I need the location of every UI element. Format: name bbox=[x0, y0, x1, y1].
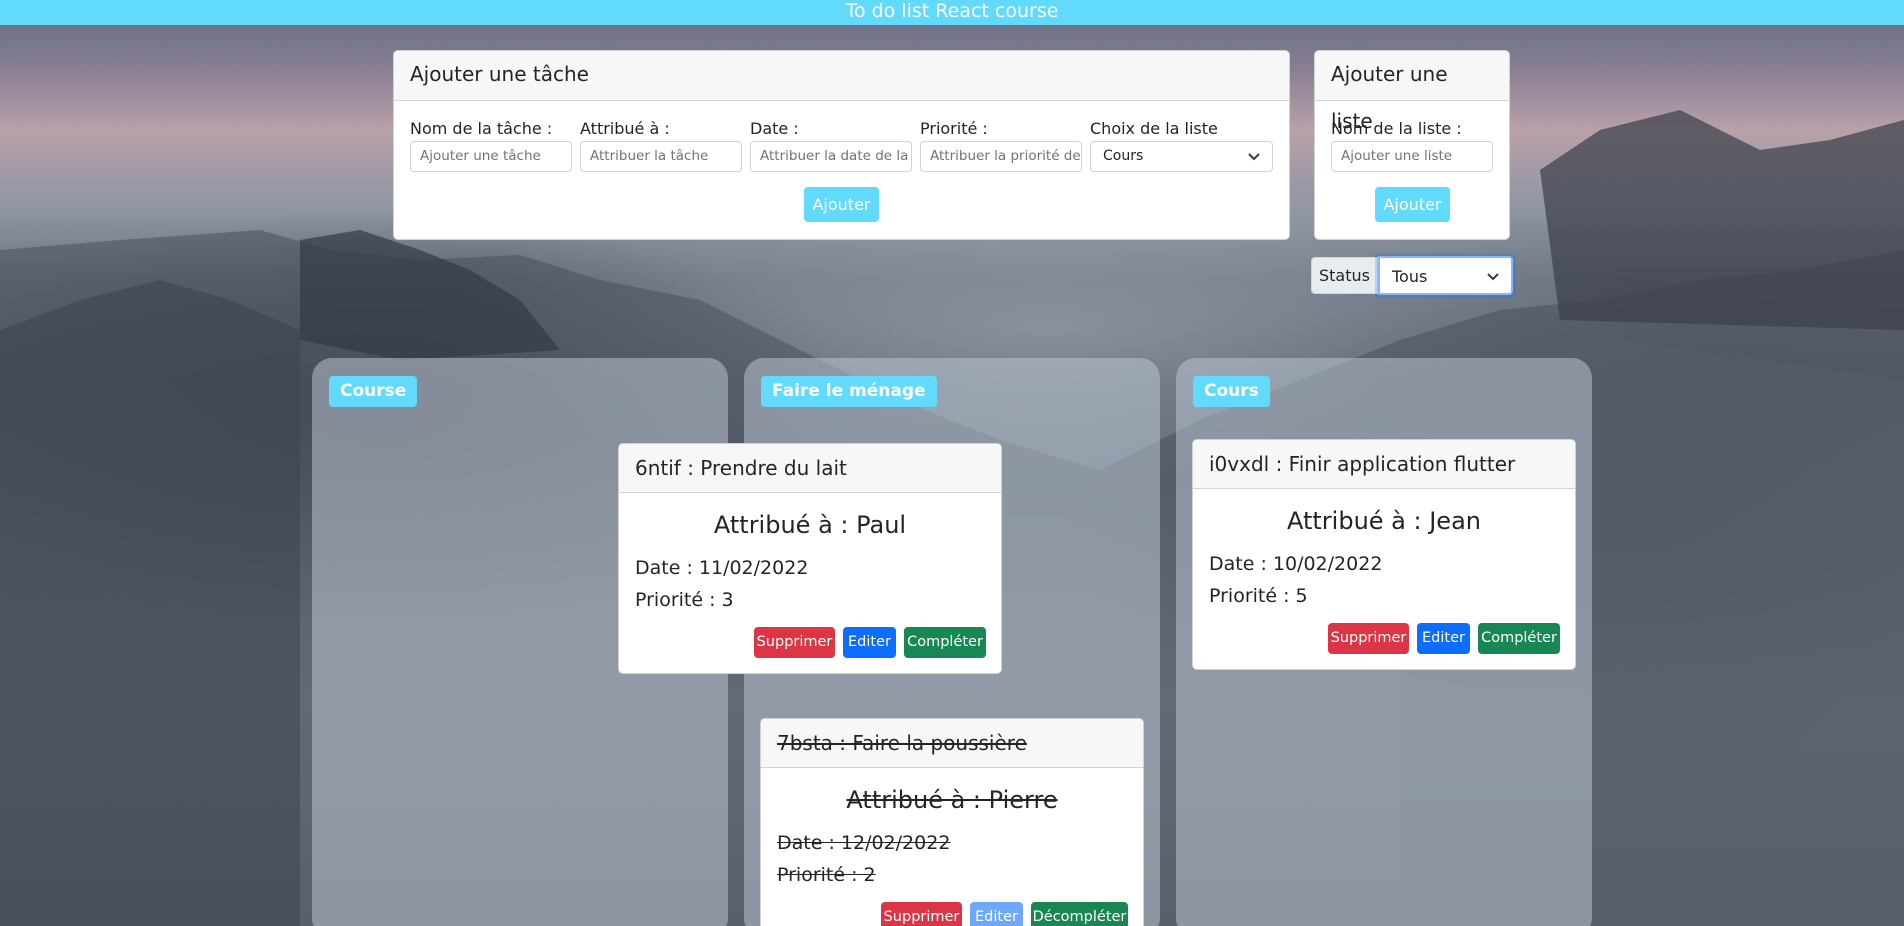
list-choice-select[interactable]: Cours bbox=[1090, 141, 1273, 172]
edit-button[interactable]: Editer bbox=[970, 902, 1023, 926]
list-name-label: Nom de la liste : bbox=[1331, 119, 1462, 138]
add-list-button[interactable]: Ajouter bbox=[1375, 187, 1450, 222]
chevron-down-icon bbox=[1487, 273, 1499, 281]
priority-input[interactable]: Attribuer la priorité de la tâche bbox=[920, 141, 1082, 172]
task-assigned: Attribué à : Pierre bbox=[846, 786, 1058, 814]
task-assigned: Attribué à : Jean bbox=[1286, 507, 1481, 535]
task-name-label: Nom de la tâche : bbox=[410, 119, 553, 138]
task-name-input[interactable]: Ajouter une tâche bbox=[410, 141, 572, 172]
task-priority: Priorité : 5 bbox=[1209, 585, 1308, 607]
task-date: Date : 11/02/2022 bbox=[635, 557, 809, 579]
date-label: Date : bbox=[750, 119, 799, 138]
chevron-down-icon bbox=[1248, 153, 1260, 161]
task-priority: Priorité : 2 bbox=[777, 864, 876, 886]
task-title: i0vxdl : Finir application flutter bbox=[1193, 440, 1575, 489]
assigned-input[interactable]: Attribuer la tâche bbox=[580, 141, 742, 172]
task-priority: Priorité : 3 bbox=[635, 589, 734, 611]
task-card: 6ntif : Prendre du lait Attribué à : Pau… bbox=[618, 443, 1002, 674]
list-badge-cours: Cours bbox=[1193, 376, 1270, 407]
task-date: Date : 12/02/2022 bbox=[777, 832, 951, 854]
add-list-header: Ajouter une liste bbox=[1315, 51, 1509, 133]
delete-button[interactable]: Supprimer bbox=[754, 627, 835, 658]
list-choice-value: Cours bbox=[1103, 148, 1144, 164]
status-filter-select[interactable]: Tous bbox=[1378, 256, 1513, 295]
task-assigned: Attribué à : Paul bbox=[713, 511, 907, 539]
assigned-label: Attribué à : bbox=[580, 119, 670, 138]
task-card: i0vxdl : Finir application flutter Attri… bbox=[1192, 439, 1576, 670]
list-badge-menage: Faire le ménage bbox=[761, 376, 937, 407]
task-title: 7bsta : Faire la poussière bbox=[761, 719, 1143, 768]
status-filter-value: Tous bbox=[1392, 267, 1428, 286]
complete-button[interactable]: Compléter bbox=[904, 627, 986, 658]
list-badge-course: Course bbox=[329, 376, 418, 407]
task-title: 6ntif : Prendre du lait bbox=[619, 444, 1001, 493]
add-task-button[interactable]: Ajouter bbox=[804, 187, 879, 222]
edit-button[interactable]: Editer bbox=[1417, 623, 1470, 654]
uncomplete-button[interactable]: Décompléter bbox=[1031, 902, 1128, 926]
add-task-header: Ajouter une tâche bbox=[394, 51, 1289, 101]
app-title: To do list React course bbox=[845, 0, 1059, 22]
task-card: 7bsta : Faire la poussière Attribué à : … bbox=[760, 718, 1144, 926]
list-choice-label: Choix de la liste bbox=[1090, 119, 1218, 138]
priority-label: Priorité : bbox=[920, 119, 988, 138]
edit-button[interactable]: Editer bbox=[843, 627, 896, 658]
list-name-input[interactable]: Ajouter une liste bbox=[1331, 141, 1493, 172]
complete-button[interactable]: Compléter bbox=[1478, 623, 1560, 654]
app-title-bar: To do list React course bbox=[0, 0, 1904, 25]
add-list-card: Ajouter une liste Nom de la liste : Ajou… bbox=[1314, 50, 1510, 240]
delete-button[interactable]: Supprimer bbox=[881, 902, 962, 926]
task-date: Date : 10/02/2022 bbox=[1209, 553, 1383, 575]
date-input[interactable]: Attribuer la date de la tâche bbox=[750, 141, 912, 172]
add-task-card: Ajouter une tâche Nom de la tâche : Ajou… bbox=[393, 50, 1290, 240]
delete-button[interactable]: Supprimer bbox=[1328, 623, 1409, 654]
status-filter-label: Status bbox=[1311, 257, 1378, 294]
add-task-title: Ajouter une tâche bbox=[410, 62, 589, 86]
